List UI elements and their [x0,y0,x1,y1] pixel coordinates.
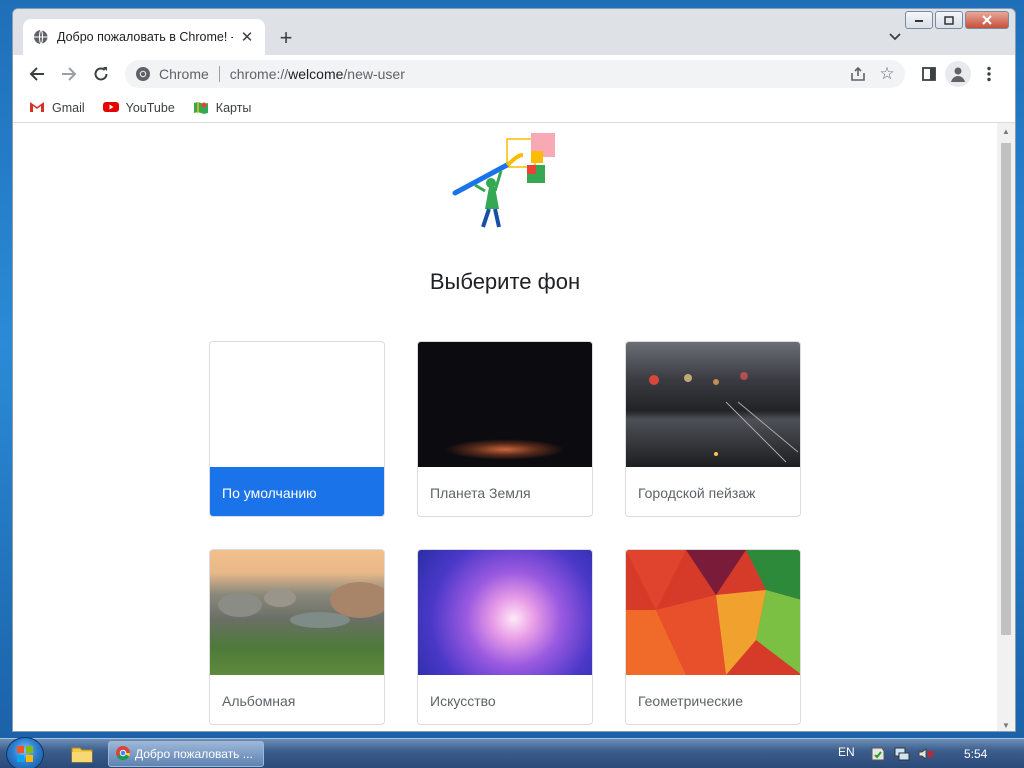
chrome-window: Добро пожаловать в Chrome! - ✕ + Chrome … [12,8,1016,732]
background-card-art[interactable]: Искусство [417,549,593,725]
menu-kebab-icon[interactable] [977,62,1001,86]
forward-button[interactable] [57,62,81,86]
chrome-icon [115,745,131,764]
window-close-button[interactable] [965,11,1009,29]
volume-muted-icon[interactable] [918,746,934,762]
globe-icon [33,29,49,45]
omnibox-chip: Chrome [159,66,209,82]
profile-avatar[interactable] [945,61,971,87]
url-scheme: chrome:// [229,66,289,82]
window-controls [905,11,1009,29]
side-panel-icon[interactable] [917,62,941,86]
omnibox-divider [218,66,220,82]
scroll-up-arrow-icon[interactable]: ▲ [997,123,1015,139]
maps-icon [193,101,209,115]
close-icon[interactable]: ✕ [239,29,255,46]
card-label: Городской пейзаж [638,484,756,501]
file-explorer-icon[interactable] [68,742,96,766]
card-image [418,550,592,675]
scroll-down-arrow-icon[interactable]: ▼ [997,717,1015,731]
maximize-button[interactable] [935,11,963,29]
tab-welcome[interactable]: Добро пожаловать в Chrome! - ✕ [23,19,265,55]
background-card-city[interactable]: Городской пейзаж [625,341,801,517]
background-card-landscape[interactable]: Альбомная [209,549,385,725]
card-image [626,342,800,467]
youtube-icon [102,101,119,115]
action-center-icon[interactable] [870,746,886,762]
new-tab-button[interactable]: + [273,25,299,51]
bookmark-star-icon[interactable]: ☆ [877,64,897,84]
vertical-scrollbar[interactable]: ▲ ▼ [997,123,1015,731]
bookmark-label: Карты [215,100,252,115]
card-label: Альбомная [222,692,296,709]
card-image [210,342,384,467]
gmail-icon [29,101,45,115]
card-label: Планета Земля [430,484,531,501]
card-image [418,342,592,467]
language-indicator[interactable]: EN [838,745,855,759]
card-image [210,550,384,675]
desktop-background [0,0,12,740]
bookmark-gmail[interactable]: Gmail [29,101,85,115]
background-card-earth[interactable]: Планета Земля [417,341,593,517]
chevron-down-icon[interactable] [885,27,905,47]
scrollbar-thumb[interactable] [1001,143,1011,635]
bookmark-label: YouTube [125,100,175,115]
bookmarks-bar: Gmail YouTube Карты [13,93,1015,123]
background-card-geometric[interactable]: Геометрические [625,549,801,725]
reload-button[interactable] [89,62,113,86]
taskbar-task-label: Добро пожаловать ... [135,747,253,761]
page-title: Выберите фон [429,269,581,294]
toolbar: Chrome chrome://welcome/new-user ☆ [13,55,1015,93]
address-bar[interactable]: Chrome chrome://welcome/new-user ☆ [125,60,905,88]
url-text: chrome://welcome/new-user [230,66,405,82]
url-path: /new-user [343,66,405,82]
chrome-icon [135,66,151,82]
taskbar: Добро пожаловать ... EN 5:54 [0,737,1024,768]
share-icon[interactable] [849,65,867,83]
welcome-illustration [452,133,555,228]
bookmark-maps[interactable]: Карты [193,100,252,115]
taskbar-chrome-task[interactable]: Добро пожаловать ... [108,741,264,767]
windows-logo-icon [17,746,33,762]
network-icon[interactable] [894,746,910,762]
bookmark-youtube[interactable]: YouTube [102,100,175,115]
bookmark-label: Gmail [52,100,85,115]
url-host: welcome [288,66,344,82]
page-viewport: Выберите фон По умолчанию Планета Земля … [13,123,997,731]
start-button[interactable] [6,737,44,768]
back-button[interactable] [25,62,49,86]
tab-strip: Добро пожаловать в Chrome! - ✕ + [13,9,1015,55]
system-clock[interactable]: 5:54 [964,747,987,761]
card-image [626,550,800,675]
card-label: По умолчанию [210,467,384,516]
minimize-button[interactable] [905,11,933,29]
tab-title: Добро пожаловать в Chrome! - [57,30,233,44]
card-label: Геометрические [638,692,743,709]
card-label: Искусство [430,692,496,709]
background-card-default[interactable]: По умолчанию [209,341,385,517]
